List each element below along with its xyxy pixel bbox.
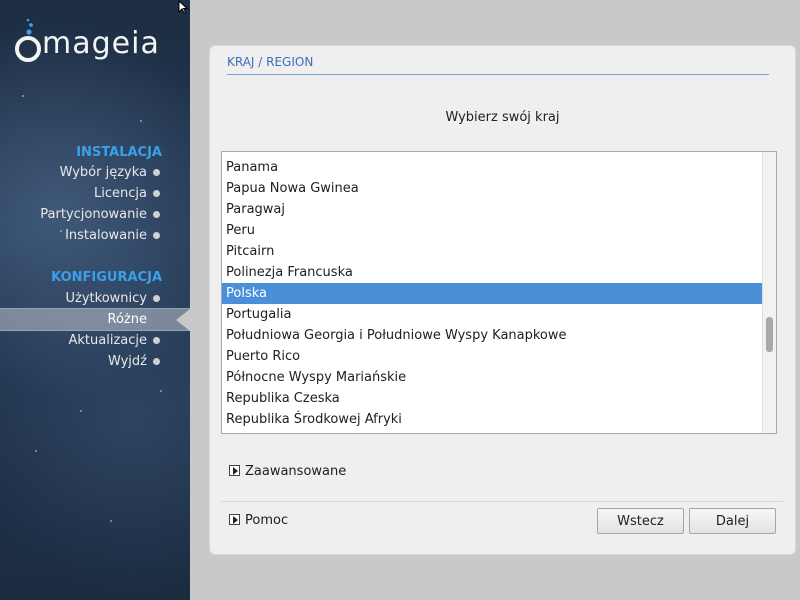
bullet-icon — [153, 337, 160, 344]
nav-item-label: Użytkownicy — [65, 291, 147, 306]
list-item[interactable]: Północne Wyspy Mariańskie — [222, 367, 763, 388]
nav-item-label: Partycjonowanie — [40, 207, 147, 222]
list-item[interactable]: Polinezja Francuska — [222, 262, 763, 283]
bullet-icon — [153, 232, 160, 239]
nav-item-partitioning[interactable]: Partycjonowanie — [0, 204, 190, 225]
bullet-icon — [153, 169, 160, 176]
star-decoration — [160, 390, 162, 392]
list-item[interactable]: Pitcairn — [222, 241, 763, 262]
nav-item-language[interactable]: Wybór języka — [0, 162, 190, 183]
list-item[interactable]: Republika Środkowej Afryki — [222, 409, 763, 430]
nav-item-label: Różne — [107, 312, 147, 327]
back-button[interactable]: Wstecz — [597, 508, 684, 534]
star-decoration — [140, 120, 142, 122]
nav-item-license[interactable]: Licencja — [0, 183, 190, 204]
help-button[interactable]: Pomoc — [229, 511, 288, 531]
nav-item-exit[interactable]: Wyjdź — [0, 351, 190, 372]
nav-item-label: Aktualizacje — [68, 333, 148, 348]
list-item-selected[interactable]: Polska — [222, 283, 763, 304]
list-item[interactable]: Portugalia — [222, 304, 763, 325]
sidebar: mageia INSTALACJA Wybór języka Licencja … — [0, 0, 190, 600]
nav-item-label: Wyjdź — [107, 354, 147, 369]
list-item[interactable]: Peru — [222, 220, 763, 241]
current-step-arrow-icon — [176, 309, 190, 331]
advanced-expander[interactable]: Zaawansowane — [229, 462, 346, 482]
nav-item-label: Instalowanie — [65, 228, 147, 243]
list-item[interactable]: Republika Czeska — [222, 388, 763, 409]
nav-item-installing[interactable]: Instalowanie — [0, 225, 190, 246]
logo-text: mageia — [42, 26, 160, 61]
expand-arrow-icon — [229, 465, 240, 476]
next-button[interactable]: Dalej — [689, 508, 776, 534]
list-item[interactable]: Puerto Rico — [222, 346, 763, 367]
star-decoration — [110, 520, 112, 522]
prompt-label: Wybierz swój kraj — [445, 110, 560, 125]
country-panel: KRAJ / REGION Wybierz swój kraj Panama P… — [209, 45, 796, 555]
nav-item-misc[interactable]: Różne — [0, 308, 190, 331]
country-list[interactable]: Panama Papua Nowa Gwinea Paragwaj Peru P… — [221, 151, 777, 434]
list-item[interactable]: Paragwaj — [222, 199, 763, 220]
star-decoration — [22, 95, 24, 97]
section-title-configuration: KONFIGURACJA — [51, 270, 162, 285]
expand-arrow-icon — [229, 514, 240, 525]
star-decoration — [80, 410, 82, 412]
list-item[interactable]: Południowa Georgia i Południowe Wyspy Ka… — [222, 325, 763, 346]
section-title-installation: INSTALACJA — [76, 145, 162, 160]
list-item[interactable]: Papua Nowa Gwinea — [222, 178, 763, 199]
list-item[interactable]: Panama — [222, 157, 763, 178]
bullet-icon — [153, 295, 160, 302]
title-divider — [227, 74, 769, 75]
footer-divider — [221, 501, 783, 502]
mouse-pointer-icon — [178, 0, 188, 14]
scrollbar-thumb[interactable] — [766, 317, 773, 352]
help-label: Pomoc — [245, 513, 289, 528]
bullet-icon — [153, 211, 160, 218]
page-title: KRAJ / REGION — [227, 55, 314, 69]
star-decoration — [35, 450, 37, 452]
advanced-label: Zaawansowane — [245, 464, 347, 479]
nav-item-users[interactable]: Użytkownicy — [0, 288, 190, 309]
scrollbar[interactable] — [762, 152, 776, 433]
bullet-icon — [153, 190, 160, 197]
bullet-icon — [153, 358, 160, 365]
nav-item-label: Wybór języka — [59, 165, 147, 180]
nav-item-updates[interactable]: Aktualizacje — [0, 330, 190, 351]
nav-item-label: Licencja — [94, 186, 147, 201]
